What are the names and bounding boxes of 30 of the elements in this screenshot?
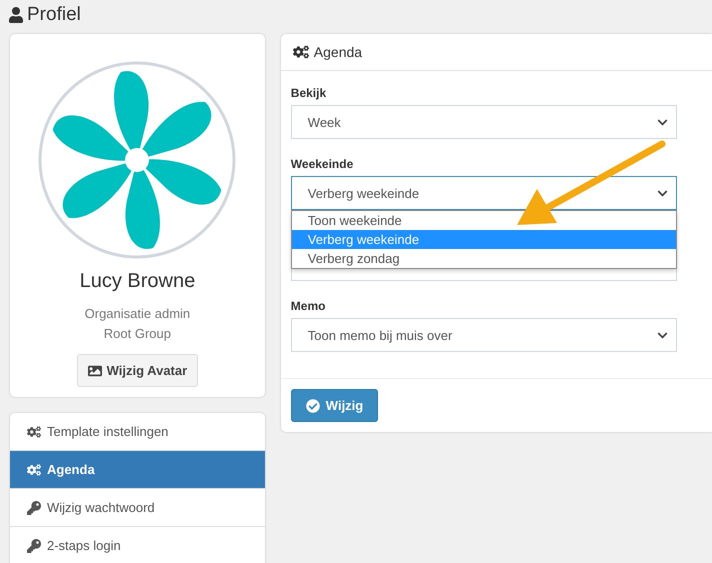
menu-item[interactable]: Agenda <box>10 451 265 489</box>
key-icon <box>27 500 41 514</box>
chevron-icon <box>656 116 668 128</box>
gears-icon <box>27 462 41 476</box>
user-icon <box>8 7 24 23</box>
chevron-icon <box>656 330 668 340</box>
key-icon <box>27 538 41 552</box>
dropdown-option[interactable]: Verberg zondag <box>292 249 676 268</box>
user-role: Organisatie admin <box>84 305 190 323</box>
gears-icon <box>292 44 309 60</box>
menu-item[interactable]: 2-staps login <box>10 527 265 563</box>
select-field[interactable]: Toon memo bij muis over <box>290 318 677 352</box>
field-label: Weekeinde <box>290 157 354 173</box>
user-name: Lucy Browne <box>80 270 196 293</box>
user-group: Root Group <box>104 324 171 344</box>
menu-item[interactable]: Template instellingen <box>10 413 265 451</box>
panel-title: Agenda <box>314 44 362 60</box>
change-avatar-button[interactable]: Wijzig Avatar <box>76 354 198 387</box>
submit-button[interactable]: Wijzig <box>290 389 378 422</box>
select-field[interactable]: Verberg weekeinde <box>290 176 677 210</box>
select-field[interactable]: Week <box>290 105 677 139</box>
chevron-icon <box>656 188 668 198</box>
menu-item[interactable]: Wijzig wachtwoord <box>10 489 265 527</box>
field-label: Memo <box>290 299 326 315</box>
page-title: Profiel <box>27 4 81 26</box>
gears-icon <box>27 424 41 438</box>
image-icon <box>88 364 102 378</box>
dropdown-option[interactable]: Toon weekeinde <box>292 211 676 230</box>
check-icon <box>306 398 320 412</box>
field-label: Bekijk <box>290 86 328 102</box>
